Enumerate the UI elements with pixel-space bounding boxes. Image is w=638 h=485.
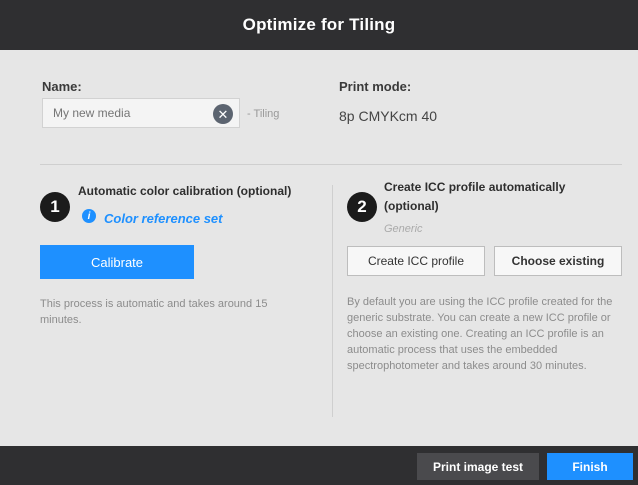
choose-existing-button[interactable]: Choose existing <box>494 246 622 276</box>
dialog-footer: Print image test Finish <box>0 446 638 485</box>
print-mode-value: 8p CMYKcm 40 <box>339 108 438 124</box>
step-2-subtitle: Generic <box>384 223 423 235</box>
step-1-badge: 1 <box>40 192 70 222</box>
print-image-test-button[interactable]: Print image test <box>417 453 539 480</box>
dialog-content: Name: ✕ - Tiling Print mode: 8p CMYKcm 4… <box>0 50 638 446</box>
horizontal-divider <box>40 164 622 165</box>
step-1-description: This process is automatic and takes arou… <box>40 298 268 326</box>
calibrate-button[interactable]: Calibrate <box>40 245 194 279</box>
name-label: Name: <box>42 79 82 94</box>
create-icc-profile-button[interactable]: Create ICC profile <box>347 246 485 276</box>
vertical-divider <box>332 185 333 417</box>
step-2-title: Create ICC profile automatically (option… <box>384 180 566 213</box>
print-mode-label: Print mode: <box>339 79 412 94</box>
step-1-title: Automatic color calibration (optional) <box>78 184 292 198</box>
name-input[interactable] <box>43 105 215 121</box>
dialog-title: Optimize for Tiling <box>242 15 396 34</box>
step-2-badge: 2 <box>347 192 377 222</box>
color-reference-set-link[interactable]: Color reference set <box>104 211 223 226</box>
dialog-titlebar: Optimize for Tiling <box>0 0 638 50</box>
name-suffix: - Tiling <box>247 108 280 120</box>
clear-icon[interactable]: ✕ <box>213 104 233 124</box>
name-field[interactable]: ✕ <box>42 98 240 128</box>
info-icon: i <box>82 209 96 223</box>
step-2-description: By default you are using the ICC profile… <box>347 296 613 372</box>
finish-button[interactable]: Finish <box>547 453 633 480</box>
